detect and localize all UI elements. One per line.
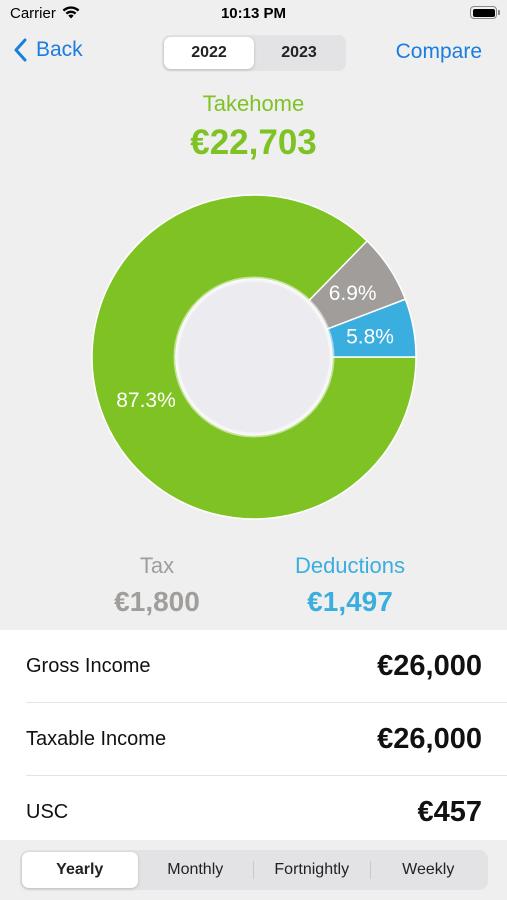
list-row-gross-income[interactable]: Gross Income €26,000	[0, 630, 507, 703]
period-segmented-control: Yearly Monthly Fortnightly Weekly	[20, 850, 488, 890]
bottom-bar: Yearly Monthly Fortnightly Weekly	[0, 840, 507, 900]
row-value: €457	[417, 796, 482, 828]
row-label: USC	[26, 801, 69, 823]
list-row-taxable-income[interactable]: Taxable Income €26,000	[0, 703, 507, 776]
row-value: €26,000	[377, 723, 482, 755]
row-label: Gross Income	[26, 655, 151, 677]
list-row-usc[interactable]: USC €457	[0, 776, 507, 849]
period-yearly-segment[interactable]: Yearly	[22, 852, 138, 888]
period-monthly-segment[interactable]: Monthly	[138, 852, 254, 888]
deductions-value: €1,497	[307, 586, 393, 617]
donut-label-deductions: 5.8%	[346, 326, 394, 349]
period-weekly-segment[interactable]: Weekly	[371, 852, 487, 888]
donut-hole	[173, 276, 335, 438]
donut-label-takehome: 87.3%	[116, 389, 176, 412]
tax-label: Tax	[139, 553, 175, 578]
deductions-label: Deductions	[294, 553, 406, 578]
breakdown-list: Gross Income €26,000 Taxable Income €26,…	[0, 630, 507, 840]
income-donut-chart: 87.3% 6.9% 5.8%	[91, 194, 417, 520]
period-fortnightly-segment[interactable]: Fortnightly	[254, 852, 370, 888]
row-label: Taxable Income	[26, 728, 167, 750]
tax-value: €1,800	[114, 586, 200, 617]
row-value: €26,000	[377, 650, 482, 682]
donut-label-tax: 6.9%	[329, 282, 377, 305]
